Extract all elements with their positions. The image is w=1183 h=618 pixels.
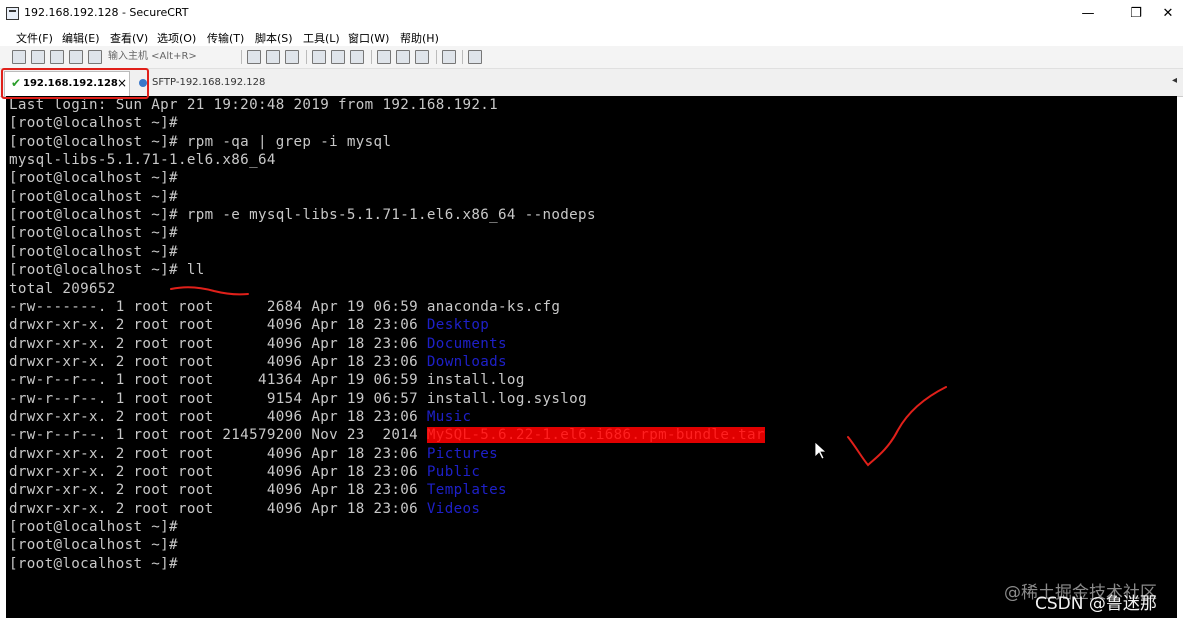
listing-row: drwxr-xr-x. 2 root root 4096 Apr 18 23:0… — [9, 316, 489, 334]
directory-name: Templates — [426, 482, 507, 499]
tab-sftp[interactable]: SFTP-192.168.192.128 — [136, 71, 336, 96]
directory-name: Pictures — [426, 445, 499, 462]
copy-icon[interactable] — [247, 50, 261, 64]
listing-row: drwxr-xr-x. 2 root root 4096 Apr 18 23:0… — [9, 500, 480, 518]
menu-help[interactable]: 帮助(H) — [400, 30, 439, 46]
terminal-line: [root@localhost ~]# — [9, 243, 178, 260]
file-name: anaconda-ks.cfg — [426, 298, 561, 315]
terminal-line: [root@localhost ~]# — [9, 188, 178, 205]
find-icon[interactable] — [285, 50, 299, 64]
listing-row: drwxr-xr-x. 2 root root 4096 Apr 18 23:0… — [9, 445, 498, 463]
terminal-line: [root@localhost ~]# — [9, 115, 178, 132]
listing-row: -rw-------. 1 root root 2684 Apr 19 06:5… — [9, 298, 560, 316]
terminal-prompt-line: [root@localhost ~]# — [9, 519, 178, 536]
global-options-icon[interactable] — [396, 50, 410, 64]
watermark-csdn: CSDN @鲁迷那 — [1035, 594, 1157, 614]
annotation-red-box — [1, 68, 149, 99]
toolbar-separator — [241, 50, 242, 64]
print-selection-icon[interactable] — [331, 50, 345, 64]
minimize-button[interactable]: — — [1068, 2, 1108, 26]
terminal-output[interactable]: Last login: Sun Apr 21 19:20:48 2019 fro… — [6, 96, 1177, 618]
title-bar: 192.168.192.128 - SecureCRT — ❐ ✕ — [0, 0, 1183, 29]
terminal-prompt-line: [root@localhost ~]# — [9, 555, 178, 572]
listing-meta: -rw-------. 1 root root 2684 Apr 19 06:5… — [9, 298, 427, 315]
listing-meta: drwxr-xr-x. 2 root root 4096 Apr 18 23:0… — [9, 482, 427, 499]
terminal-line: total 209652 — [9, 280, 116, 297]
listing-row: drwxr-xr-x. 2 root root 4096 Apr 18 23:0… — [9, 408, 471, 426]
listing-row: -rw-r--r--. 1 root root 214579200 Nov 23… — [9, 426, 765, 444]
connect-icon[interactable] — [12, 50, 26, 64]
toolbar-separator — [436, 50, 437, 64]
listing-row: drwxr-xr-x. 2 root root 4096 Apr 18 23:0… — [9, 463, 480, 481]
terminal-line: [root@localhost ~]# rpm -qa | grep -i my… — [9, 133, 392, 150]
menu-script[interactable]: 脚本(S) — [255, 30, 293, 46]
connect-tab-icon[interactable] — [50, 50, 64, 64]
securecrt-app-icon[interactable] — [6, 7, 19, 20]
listing-meta: -rw-r--r--. 1 root root 41364 Apr 19 06:… — [9, 372, 427, 389]
listing-meta: -rw-r--r--. 1 root root 214579200 Nov 23… — [9, 427, 427, 444]
listing-meta: drwxr-xr-x. 2 root root 4096 Apr 18 23:0… — [9, 445, 427, 462]
menu-transfer[interactable]: 传输(T) — [207, 30, 244, 46]
menu-file[interactable]: 文件(F) — [16, 30, 53, 46]
directory-name: Videos — [426, 500, 481, 517]
paste-icon[interactable] — [266, 50, 280, 64]
host-input[interactable]: 输入主机 <Alt+R> — [108, 50, 236, 64]
terminal-line: [root@localhost ~]# ll — [9, 262, 205, 279]
quick-connect-icon[interactable] — [31, 50, 45, 64]
disconnect-icon[interactable] — [88, 50, 102, 64]
directory-name: Public — [426, 464, 481, 480]
listing-row: drwxr-xr-x. 2 root root 4096 Apr 18 23:0… — [9, 353, 507, 371]
terminal-line: mysql-libs-5.1.71-1.el6.x86_64 — [9, 152, 276, 169]
toolbar-separator — [462, 50, 463, 64]
terminal-line: [root@localhost ~]# rpm -e mysql-libs-5.… — [9, 207, 596, 224]
reconnect-icon[interactable] — [69, 50, 83, 64]
listing-meta: drwxr-xr-x. 2 root root 4096 Apr 18 23:0… — [9, 353, 427, 370]
close-window-button[interactable]: ✕ — [1148, 2, 1183, 26]
listing-meta: drwxr-xr-x. 2 root root 4096 Apr 18 23:0… — [9, 408, 427, 425]
toolbar-separator — [306, 50, 307, 64]
window-title: 192.168.192.128 - SecureCRT — [24, 6, 189, 19]
directory-name: Desktop — [426, 317, 490, 334]
listing-meta: drwxr-xr-x. 2 root root 4096 Apr 18 23:0… — [9, 335, 427, 352]
tab-scroll-left-icon[interactable]: ◂ — [1172, 75, 1177, 86]
file-name: install.log — [426, 372, 525, 389]
terminal-line: [root@localhost ~]# — [9, 170, 178, 187]
listing-row: drwxr-xr-x. 2 root root 4096 Apr 18 23:0… — [9, 335, 507, 353]
listing-meta: drwxr-xr-x. 2 root root 4096 Apr 18 23:0… — [9, 317, 427, 334]
listing-row: -rw-r--r--. 1 root root 41364 Apr 19 06:… — [9, 371, 525, 389]
tab-sftp-label: SFTP-192.168.192.128 — [152, 77, 266, 88]
listing-meta: drwxr-xr-x. 2 root root 4096 Apr 18 23:0… — [9, 500, 427, 517]
listing-meta: -rw-r--r--. 1 root root 9154 Apr 19 06:5… — [9, 390, 427, 407]
help-icon[interactable] — [442, 50, 456, 64]
directory-name: Documents — [426, 335, 507, 352]
listing-row: -rw-r--r--. 1 root root 9154 Apr 19 06:5… — [9, 390, 587, 408]
key-map-icon[interactable] — [415, 50, 429, 64]
listing-row: drwxr-xr-x. 2 root root 4096 Apr 18 23:0… — [9, 481, 507, 499]
print-icon[interactable] — [312, 50, 326, 64]
file-name: install.log.syslog — [426, 390, 587, 407]
menu-tools[interactable]: 工具(L) — [303, 30, 340, 46]
session-tab-bar: ✔ 192.168.192.128 × SFTP-192.168.192.128… — [0, 69, 1183, 97]
menu-edit[interactable]: 编辑(E) — [62, 30, 100, 46]
menu-window[interactable]: 窗口(W) — [348, 30, 389, 46]
sftp-icon[interactable] — [468, 50, 482, 64]
menu-bar: 文件(F) 编辑(E) 查看(V) 选项(O) 传输(T) 脚本(S) 工具(L… — [0, 28, 1183, 46]
toolbar-separator — [371, 50, 372, 64]
menu-options[interactable]: 选项(O) — [157, 30, 196, 46]
directory-name: Downloads — [426, 353, 507, 370]
terminal-line: [root@localhost ~]# — [9, 225, 178, 242]
highlighted-file-name: MySQL-5.6.22-1.el6.i686.rpm-bundle.tar — [426, 427, 765, 444]
toolbar: 输入主机 <Alt+R> — [0, 46, 1183, 69]
printer-setup-icon[interactable] — [350, 50, 364, 64]
directory-name: Music — [426, 408, 472, 425]
terminal-prompt-line: [root@localhost ~]# — [9, 537, 178, 554]
listing-meta: drwxr-xr-x. 2 root root 4096 Apr 18 23:0… — [9, 464, 427, 480]
menu-view[interactable]: 查看(V) — [110, 30, 148, 46]
session-options-icon[interactable] — [377, 50, 391, 64]
